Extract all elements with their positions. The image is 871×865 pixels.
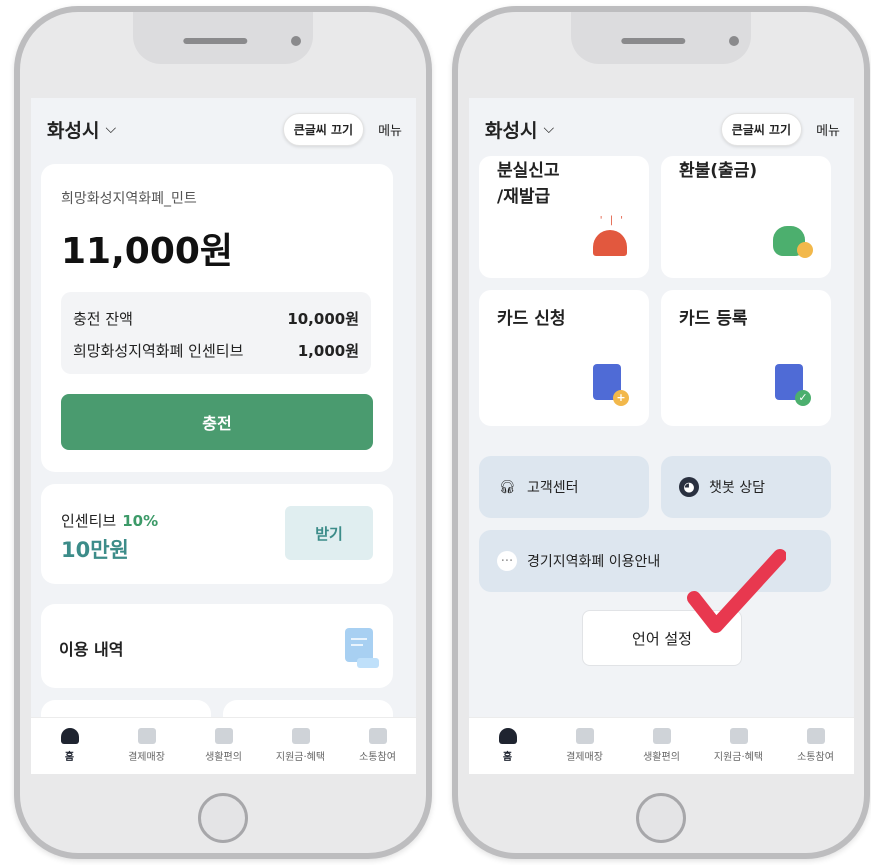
money-bag-icon [773,226,813,258]
right-phone: 화성시 ⌵ 큰글씨 끄기 메뉴 분실신고 /재발급 ' | ' 환불(출금) 카… [452,6,870,859]
tab-stores[interactable]: 결제매장 [108,718,185,774]
charge-button[interactable]: 충전 [61,394,373,450]
speaker [183,38,248,44]
tab-community[interactable]: 소통참여 [339,718,416,774]
incentive-card: 인센티브 10% 10만원 받기 [41,484,393,584]
incentive-label: 인센티브 [61,512,117,530]
home-button[interactable] [636,793,686,843]
camera [291,36,301,46]
tab-living[interactable]: 생활편의 [185,718,262,774]
incentive-balance-row: 희망화성지역화폐 인센티브 1,000원 [73,340,359,361]
bottom-tab-bar: 홈 결제매장 생활편의 지원금·혜택 소통참여 [31,717,416,774]
refund-card[interactable]: 환불(출금) [661,156,831,278]
bunny-icon: ◕ [679,477,699,497]
card-add-icon: + [593,364,629,406]
city-selector[interactable]: 화성시 [485,116,537,143]
incentive-amount: 10만원 [61,538,129,562]
card-apply-card[interactable]: 카드 신청 + [479,290,649,426]
tab-stores[interactable]: 결제매장 [546,718,623,774]
speaker [621,38,686,44]
big-font-toggle-button[interactable]: 큰글씨 끄기 [282,112,365,146]
headset-icon: 🎧︎ [498,479,516,495]
customer-center-button[interactable]: 🎧︎ 고객센터 [479,456,649,518]
alarm-rays: ' | ' [599,215,625,226]
balance-value: 10,000원 [287,310,359,328]
balance-label: 충전 잔액 [73,310,133,328]
usage-history-title: 이용 내역 [59,640,124,659]
document-icon [652,728,671,744]
menu-button[interactable]: 메뉴 [378,120,402,139]
incentive-label-row: 인센티브 10% [61,510,158,531]
tab-label: 생활편의 [643,752,680,763]
tab-label: 홈 [64,752,75,763]
home-icon [498,728,517,744]
tab-benefits[interactable]: 지원금·혜택 [700,718,777,774]
incentive-balance-value: 1,000원 [297,342,359,360]
wallet-amount: 11,000원 [61,231,234,272]
chatbot-label: 챗봇 상담 [709,480,765,496]
tab-label: 지원금·혜택 [713,752,764,763]
tab-label: 생활편의 [205,752,242,763]
lost-card-title: 분실신고 /재발급 [497,161,560,207]
incentive-balance-label: 희망화성지역화폐 인센티브 [73,342,244,360]
guide-label: 경기지역화폐 이용안내 [527,554,661,570]
home-icon [60,728,79,744]
card-register-title: 카드 등록 [679,309,748,329]
camera [729,36,739,46]
store-icon [575,728,594,744]
chevron-down-icon[interactable]: ⌵ [105,121,116,137]
home-button[interactable] [198,793,248,843]
wallet-name: 희망화성지역화폐_민트 [61,191,197,207]
top-bar: 화성시 ⌵ 큰글씨 끄기 메뉴 [469,98,854,160]
tab-home[interactable]: 홈 [31,718,108,774]
app-screen: 화성시 ⌵ 큰글씨 끄기 메뉴 분실신고 /재발급 ' | ' 환불(출금) 카… [469,98,854,774]
document-icon [345,628,379,668]
tab-benefits[interactable]: 지원금·혜택 [262,718,339,774]
bottom-tab-bar: 홈 결제매장 생활편의 지원금·혜택 소통참여 [469,717,854,774]
city-selector[interactable]: 화성시 [47,116,99,143]
card-register-card[interactable]: 카드 등록 ✓ [661,290,831,426]
chatbot-button[interactable]: ◕ 챗봇 상담 [661,456,831,518]
lost-card-report-card[interactable]: 분실신고 /재발급 ' | ' [479,156,649,278]
phone-notch [571,12,751,64]
top-bar: 화성시 ⌵ 큰글씨 끄기 메뉴 [31,98,416,160]
tab-label: 소통참여 [797,752,834,763]
card-apply-title: 카드 신청 [497,309,566,329]
menu-button[interactable]: 메뉴 [816,120,840,139]
phone-notch [133,12,313,64]
tab-home[interactable]: 홈 [469,718,546,774]
wallet-card: 희망화성지역화폐_민트 11,000원 충전 잔액 10,000원 희망화성지역… [41,164,393,472]
tab-community[interactable]: 소통참여 [777,718,854,774]
receive-button[interactable]: 받기 [285,506,373,560]
balance-box: 충전 잔액 10,000원 희망화성지역화폐 인센티브 1,000원 [61,292,371,374]
balance-row: 충전 잔액 10,000원 [73,308,359,329]
alarm-icon [593,230,627,256]
customer-center-label: 고객센터 [527,480,579,496]
refund-title: 환불(출금) [679,161,758,181]
gift-icon [729,728,748,744]
gift-icon [291,728,310,744]
big-font-toggle-button[interactable]: 큰글씨 끄기 [720,112,803,146]
tab-living[interactable]: 생활편의 [623,718,700,774]
tab-label: 결제매장 [566,752,603,763]
card-check-icon: ✓ [775,364,811,406]
chevron-down-icon[interactable]: ⌵ [543,121,554,137]
tab-label: 지원금·혜택 [275,752,326,763]
tab-label: 결제매장 [128,752,165,763]
checkmark-icon [687,549,786,633]
ellipsis-icon: ··· [497,551,517,571]
tab-label: 홈 [502,752,513,763]
document-icon [214,728,233,744]
chat-icon [368,728,387,744]
tab-label: 소통참여 [359,752,396,763]
left-phone: 화성시 ⌵ 큰글씨 끄기 메뉴 희망화성지역화폐_민트 11,000원 충전 잔… [14,6,432,859]
usage-history-card[interactable]: 이용 내역 [41,604,393,688]
incentive-percent: 10% [122,512,159,530]
chat-icon [806,728,825,744]
app-screen: 화성시 ⌵ 큰글씨 끄기 메뉴 희망화성지역화폐_민트 11,000원 충전 잔… [31,98,416,774]
store-icon [137,728,156,744]
